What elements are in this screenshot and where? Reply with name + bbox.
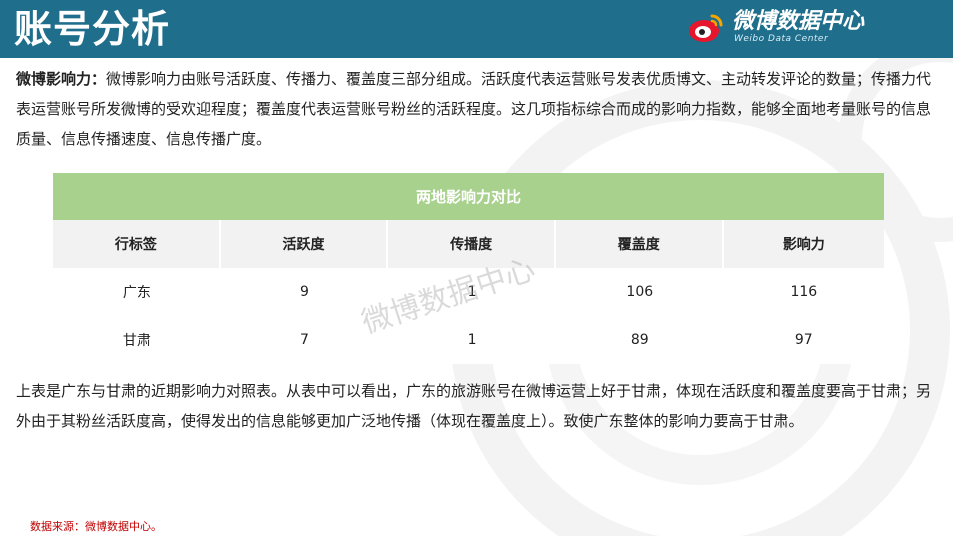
intro-lead: 微博影响力： (16, 70, 107, 88)
weibo-data-center-logo: 微博数据中心 Weibo Data Center (688, 9, 948, 50)
table-cell: 106 (555, 268, 724, 316)
table-cell: 116 (723, 268, 884, 316)
column-header: 行标签 (53, 220, 221, 268)
logo-subtitle: Weibo Data Center (734, 34, 829, 44)
table-caption: 两地影响力对比 (53, 173, 884, 220)
table-cell: 广东 (53, 268, 221, 316)
table-cell: 甘肃 (53, 316, 221, 364)
column-header: 活跃度 (220, 220, 389, 268)
header-bar: 账号分析 微博数据中心 Weibo Data Center (0, 0, 953, 58)
table-cell: 97 (723, 316, 884, 364)
weibo-logo-icon (689, 14, 723, 42)
data-source-note: 数据来源：微博数据中心。 (30, 520, 162, 533)
logo-name: 微博数据中心 (732, 9, 865, 34)
summary-paragraph: 上表是广东与甘肃的近期影响力对照表。从表中可以看出，广东的旅游账号在微博运营上好… (16, 382, 932, 430)
table-cell: 89 (555, 316, 724, 364)
intro-paragraph: 微博影响力：微博影响力由账号活跃度、传播力、覆盖度三部分组成。活跃度代表运营账号… (16, 64, 940, 154)
table-header-row: 行标签 活跃度 传播度 覆盖度 影响力 (53, 220, 884, 268)
intro-text: 微博影响力由账号活跃度、传播力、覆盖度三部分组成。活跃度代表运营账号发表优质博文… (16, 70, 932, 148)
column-header: 影响力 (723, 220, 884, 268)
page-title: 账号分析 (14, 7, 171, 51)
column-header: 覆盖度 (555, 220, 724, 268)
table-row: 甘肃 7 1 89 97 (53, 316, 884, 364)
